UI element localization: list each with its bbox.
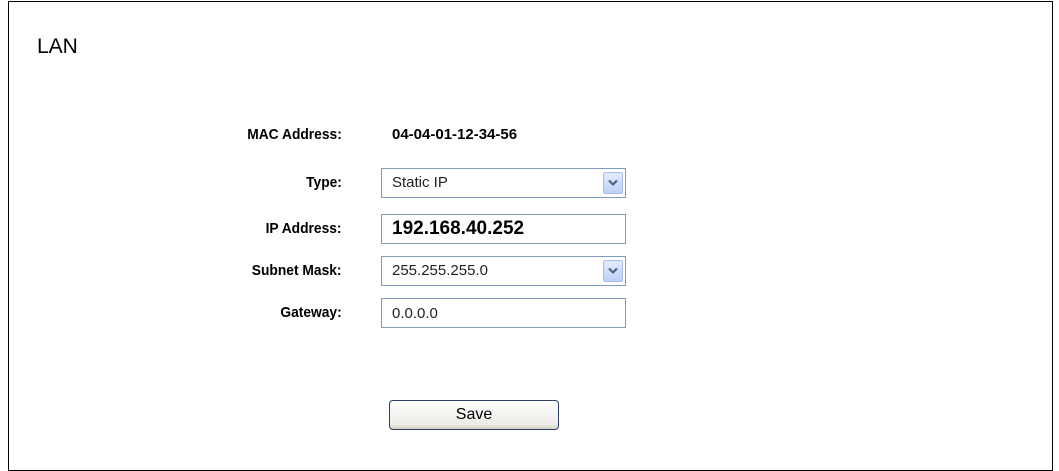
- gateway-label: Gateway:: [280, 304, 342, 321]
- subnet-mask-row: Subnet Mask: 255.255.255.0: [9, 256, 1052, 286]
- type-label: Type:: [306, 174, 342, 191]
- mac-address-row: MAC Address: 04-04-01-12-34-56: [9, 120, 1052, 150]
- chevron-down-icon[interactable]: [603, 260, 623, 282]
- ip-address-input[interactable]: [382, 215, 625, 243]
- ip-address-field: [381, 214, 626, 244]
- lan-settings-panel: LAN MAC Address: 04-04-01-12-34-56 Type:…: [8, 1, 1053, 471]
- type-row: Type: Static IP: [9, 168, 1052, 198]
- save-button[interactable]: Save: [389, 400, 559, 430]
- ip-address-row: IP Address:: [9, 214, 1052, 244]
- ip-address-label: IP Address:: [266, 220, 342, 237]
- subnet-mask-label: Subnet Mask:: [252, 262, 342, 279]
- subnet-mask-select-value: 255.255.255.0: [392, 262, 488, 279]
- gateway-row: Gateway:: [9, 298, 1052, 328]
- gateway-field: [381, 298, 626, 328]
- type-select-value: Static IP: [392, 174, 448, 191]
- gateway-input[interactable]: [382, 299, 625, 327]
- page-title: LAN: [37, 35, 78, 58]
- mac-address-value: 04-04-01-12-34-56: [392, 126, 518, 143]
- type-select[interactable]: Static IP: [381, 168, 626, 198]
- chevron-down-icon[interactable]: [603, 172, 623, 194]
- mac-address-label: MAC Address:: [247, 126, 342, 143]
- subnet-mask-select[interactable]: 255.255.255.0: [381, 256, 626, 286]
